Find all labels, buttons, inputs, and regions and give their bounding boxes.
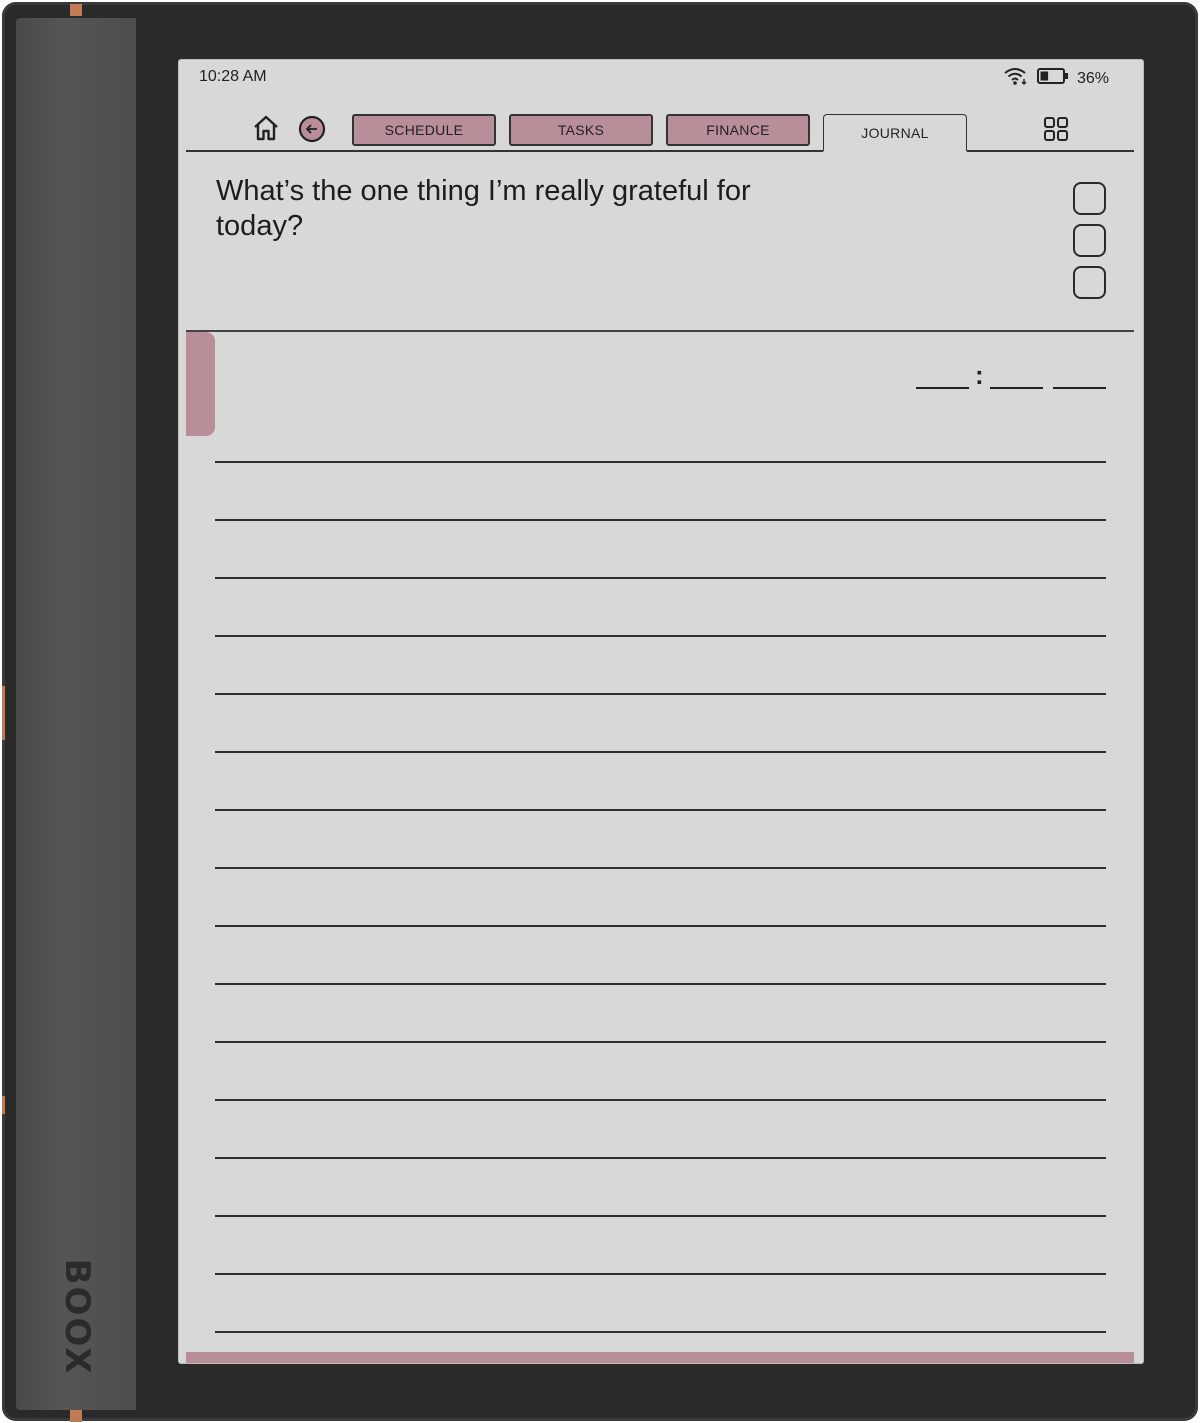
- battery-icon: [1036, 67, 1069, 90]
- ruled-line[interactable]: [215, 693, 1106, 695]
- status-indicators: 36%: [1003, 66, 1109, 91]
- ruled-line[interactable]: [215, 1331, 1106, 1333]
- time-ampm-blank[interactable]: [1053, 387, 1106, 389]
- ruled-line[interactable]: [215, 1041, 1106, 1043]
- section-divider: [186, 330, 1134, 332]
- ruled-line[interactable]: [215, 519, 1106, 521]
- ruled-line[interactable]: [215, 1273, 1106, 1275]
- e-ink-screen: 10:28 AM 36% SCHEDULE TASKS FINANCE JOUR…: [179, 60, 1143, 1363]
- tab-schedule[interactable]: SCHEDULE: [352, 114, 496, 146]
- tab-tasks[interactable]: TASKS: [509, 114, 653, 146]
- ruled-line[interactable]: [215, 1157, 1106, 1159]
- journal-prompt: What’s the one thing I’m really grateful…: [216, 175, 751, 242]
- side-bookmark-tab[interactable]: [186, 332, 215, 436]
- tab-journal[interactable]: JOURNAL: [823, 114, 967, 152]
- grid-menu-button[interactable]: [1041, 116, 1071, 146]
- checkbox[interactable]: [1073, 182, 1106, 215]
- ruled-line[interactable]: [215, 1215, 1106, 1217]
- battery-percentage: 36%: [1076, 69, 1109, 87]
- ruled-line[interactable]: [215, 1099, 1106, 1101]
- back-button[interactable]: [297, 115, 327, 148]
- ruled-line[interactable]: [215, 983, 1106, 985]
- tab-label: SCHEDULE: [384, 122, 464, 138]
- home-button[interactable]: [250, 114, 282, 146]
- tab-finance[interactable]: FINANCE: [666, 114, 810, 146]
- ruled-line[interactable]: [215, 925, 1106, 927]
- accent-mark: [2, 686, 5, 740]
- back-arrow-icon: [298, 115, 326, 148]
- home-icon: [251, 113, 281, 148]
- tab-label: TASKS: [557, 122, 605, 138]
- grid-icon: [1043, 116, 1069, 147]
- time-hour-blank[interactable]: [916, 387, 969, 389]
- checkbox[interactable]: [1073, 224, 1106, 257]
- accent-mark: [2, 1096, 5, 1114]
- ruled-line[interactable]: [215, 577, 1106, 579]
- tab-bar: SCHEDULE TASKS FINANCE JOURNAL: [186, 100, 1134, 152]
- time-separator: :: [975, 360, 984, 390]
- accent-mark: [70, 1410, 82, 1422]
- ruled-line[interactable]: [215, 867, 1106, 869]
- bottom-accent-bar: [186, 1352, 1134, 1363]
- wifi-icon: [1003, 66, 1029, 91]
- tab-bar-divider: [186, 150, 1134, 152]
- ruled-line[interactable]: [215, 461, 1106, 463]
- ruled-line[interactable]: [215, 635, 1106, 637]
- tab-label: JOURNAL: [861, 124, 929, 141]
- accent-mark: [70, 4, 82, 16]
- time-minute-blank[interactable]: [990, 387, 1043, 389]
- tab-label: FINANCE: [706, 122, 770, 138]
- device-spine: [16, 18, 136, 1410]
- ruled-line[interactable]: [215, 751, 1106, 753]
- checkbox[interactable]: [1073, 266, 1106, 299]
- ruled-line[interactable]: [215, 809, 1106, 811]
- status-time: 10:28 AM: [199, 68, 267, 85]
- brand-logo: BOOX: [57, 1258, 97, 1376]
